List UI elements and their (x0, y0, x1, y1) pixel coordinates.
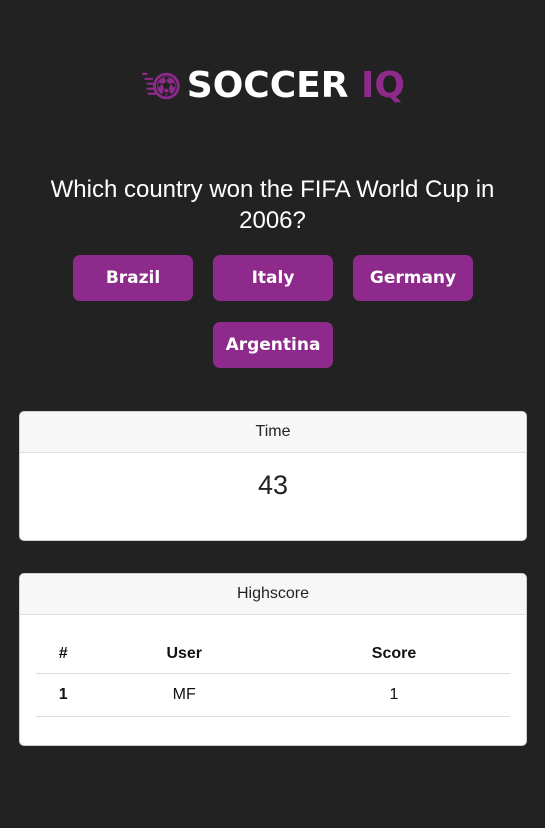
row-user: MF (90, 673, 279, 717)
row-rank: 1 (36, 673, 91, 717)
timer-card: Time 43 (19, 411, 527, 541)
logo-word-iq: IQ (361, 65, 405, 106)
logo-wordmark: SOCCER IQ (187, 68, 405, 104)
timer-title: Time (20, 412, 526, 453)
column-header-score: Score (278, 635, 510, 674)
highscore-title: Highscore (20, 574, 526, 615)
column-header-user: User (90, 635, 279, 674)
soccer-ball-icon (142, 72, 180, 100)
answer-button-argentina[interactable]: Argentina (213, 322, 333, 368)
question-text: Which country won the FIFA World Cup in … (50, 176, 495, 234)
answer-button-brazil[interactable]: Brazil (73, 255, 193, 301)
row-score: 1 (278, 673, 510, 717)
soccer-iq-logo: SOCCER IQ (141, 58, 405, 114)
table-header-row: # User Score (36, 635, 510, 674)
answer-button-germany[interactable]: Germany (353, 255, 473, 301)
table-row: 1 MF 1 (36, 673, 510, 717)
highscore-card: Highscore # User Score 1 MF 1 (19, 573, 527, 746)
logo-word-soccer: SOCCER (186, 65, 349, 106)
answer-options: Brazil Italy Germany Argentina (63, 255, 483, 368)
highscore-table: # User Score 1 MF 1 (36, 635, 510, 717)
column-header-rank: # (36, 635, 91, 674)
answer-button-italy[interactable]: Italy (213, 255, 333, 301)
timer-value: 43 (257, 470, 289, 500)
